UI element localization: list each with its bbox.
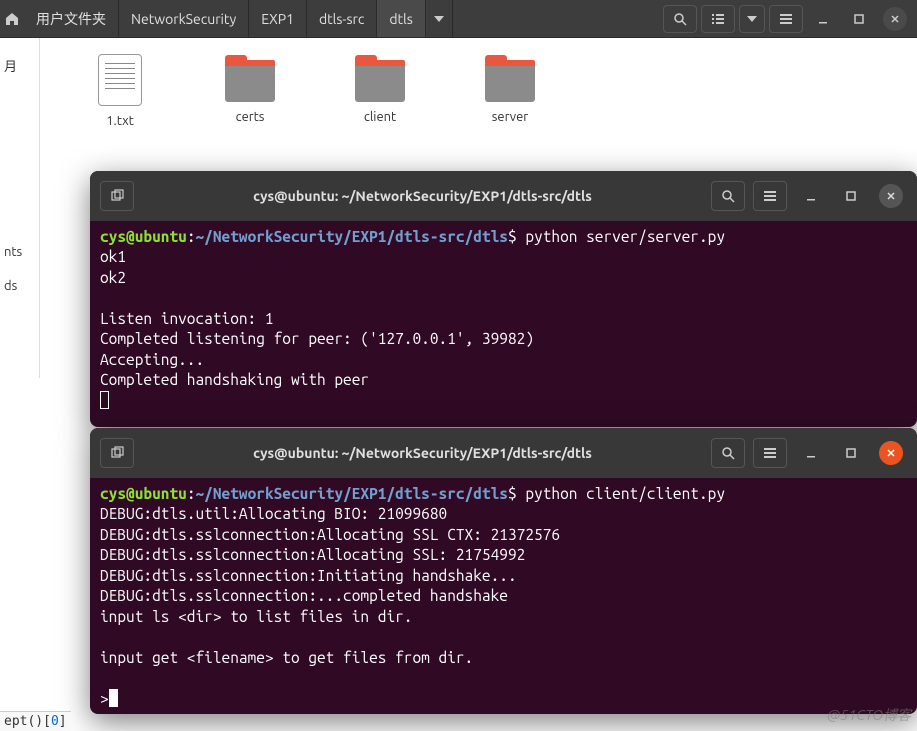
file-label: 1.txt bbox=[106, 114, 134, 128]
folder-icon bbox=[225, 60, 275, 102]
sidebar-fragment[interactable]: 月 bbox=[4, 46, 35, 85]
file-manager-toolbar: 用户文件夹 NetworkSecurity EXP1 dtls-src dtls bbox=[0, 0, 917, 38]
terminal-title: cys@ubuntu: ~/NetworkSecurity/EXP1/dtls-… bbox=[142, 445, 703, 461]
search-button[interactable] bbox=[663, 5, 697, 33]
crumb-network-security[interactable]: NetworkSecurity bbox=[119, 0, 249, 37]
terminal-output[interactable]: cys@ubuntu:~/NetworkSecurity/EXP1/dtls-s… bbox=[90, 221, 917, 417]
hamburger-menu-button[interactable] bbox=[753, 438, 787, 468]
maximize-button[interactable] bbox=[839, 441, 863, 465]
cursor-icon bbox=[109, 689, 118, 707]
file-manager-sidebar: 月 nts ds bbox=[0, 38, 40, 378]
sidebar-fragment[interactable]: ds bbox=[4, 269, 35, 303]
search-button[interactable] bbox=[711, 181, 745, 211]
list-view-button[interactable] bbox=[701, 5, 735, 33]
folder-icon bbox=[355, 60, 405, 102]
crumb-exp1[interactable]: EXP1 bbox=[249, 0, 307, 37]
crumb-dtls[interactable]: dtls bbox=[377, 0, 425, 37]
breadcrumb: 用户文件夹 NetworkSecurity EXP1 dtls-src dtls bbox=[24, 0, 657, 37]
fm-right-controls bbox=[657, 5, 917, 33]
crumb-user-folder[interactable]: 用户文件夹 bbox=[24, 0, 119, 37]
crumb-dtls-src[interactable]: dtls-src bbox=[307, 0, 377, 37]
close-button[interactable] bbox=[883, 7, 907, 31]
view-dropdown[interactable] bbox=[739, 5, 765, 33]
minimize-button[interactable] bbox=[799, 184, 823, 208]
search-button[interactable] bbox=[711, 438, 745, 468]
watermark: @51CTO博客 bbox=[827, 705, 911, 725]
home-icon[interactable] bbox=[0, 0, 24, 38]
folder-icon bbox=[485, 60, 535, 102]
bottom-code-fragment: ept()[0] bbox=[0, 711, 71, 731]
new-tab-button[interactable] bbox=[100, 438, 134, 468]
terminal-window-server: cys@ubuntu: ~/NetworkSecurity/EXP1/dtls-… bbox=[90, 171, 917, 427]
new-tab-button[interactable] bbox=[100, 181, 134, 211]
file-label: server bbox=[492, 110, 528, 124]
terminal-output[interactable]: cys@ubuntu:~/NetworkSecurity/EXP1/dtls-s… bbox=[90, 478, 917, 714]
close-button[interactable] bbox=[879, 184, 903, 208]
text-file-icon bbox=[98, 54, 142, 106]
terminal-title: cys@ubuntu: ~/NetworkSecurity/EXP1/dtls-… bbox=[142, 188, 703, 204]
maximize-button[interactable] bbox=[839, 184, 863, 208]
breadcrumb-dropdown[interactable] bbox=[426, 0, 453, 37]
file-label: client bbox=[364, 110, 396, 124]
cursor-icon bbox=[100, 391, 109, 409]
hamburger-menu-button[interactable] bbox=[769, 5, 803, 33]
terminal-window-client: cys@ubuntu: ~/NetworkSecurity/EXP1/dtls-… bbox=[90, 428, 917, 714]
minimize-button[interactable] bbox=[811, 7, 835, 31]
hamburger-menu-button[interactable] bbox=[753, 181, 787, 211]
file-label: certs bbox=[236, 110, 265, 124]
maximize-button[interactable] bbox=[847, 7, 871, 31]
terminal-titlebar: cys@ubuntu: ~/NetworkSecurity/EXP1/dtls-… bbox=[90, 171, 917, 221]
sidebar-fragment[interactable]: nts bbox=[4, 235, 35, 269]
minimize-button[interactable] bbox=[799, 441, 823, 465]
terminal-titlebar: cys@ubuntu: ~/NetworkSecurity/EXP1/dtls-… bbox=[90, 428, 917, 478]
close-button[interactable] bbox=[879, 441, 903, 465]
